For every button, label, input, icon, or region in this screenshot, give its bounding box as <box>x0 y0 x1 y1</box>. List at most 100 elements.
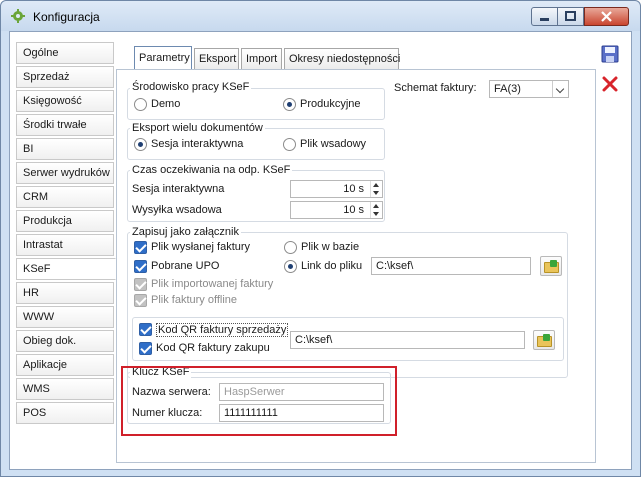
radio-plik-wsadowy[interactable] <box>283 138 296 151</box>
attachment-title: Zapisuj jako załącznik <box>130 226 241 238</box>
tab-label: Import <box>246 53 278 65</box>
cancel-icon <box>602 76 618 92</box>
sidebar-item-obieg-dok[interactable]: Obieg dok. <box>16 330 114 352</box>
sidebar-item-label: Serwer wydruków <box>23 167 110 179</box>
sidebar-item-label: WWW <box>23 311 55 323</box>
sidebar-item-label: Produkcja <box>23 215 72 227</box>
attachment-path-input[interactable]: C:\ksef\ <box>371 257 531 275</box>
sidebar-item-label: BI <box>23 143 34 155</box>
sidebar-item-srodki-trwale[interactable]: Środki trwałe <box>16 114 114 136</box>
schema-select[interactable]: FA(3) <box>489 80 569 98</box>
qr-browse-button[interactable] <box>533 330 555 350</box>
wait-interactive-value: 10 s <box>343 183 364 195</box>
tab-import[interactable]: Import <box>241 48 282 69</box>
sidebar-item-aplikacje[interactable]: Aplikacje <box>16 354 114 376</box>
export-multi-title: Eksport wielu dokumentów <box>130 122 265 134</box>
radio-produkcyjne-label: Produkcyjne <box>300 98 361 110</box>
maximize-button[interactable] <box>557 7 584 26</box>
check-qr-zakupu-label: Kod QR faktury zakupu <box>156 342 270 354</box>
sidebar-item-ksef[interactable]: KSeF <box>16 258 116 280</box>
check-plik-wyslanej[interactable] <box>134 241 147 254</box>
sidebar-item-label: Intrastat <box>23 239 63 251</box>
sidebar-item-label: WMS <box>23 383 50 395</box>
radio-sesja-label: Sesja interaktywna <box>151 138 244 150</box>
sidebar-item-sprzedaz[interactable]: Sprzedaż <box>16 66 114 88</box>
sidebar-item-ogolne[interactable]: Ogólne <box>16 42 114 64</box>
maximize-icon <box>565 11 576 21</box>
sidebar-item-wms[interactable]: WMS <box>16 378 114 400</box>
check-plik-offline-label: Plik faktury offline <box>151 294 238 306</box>
app-gear-icon <box>11 9 25 23</box>
cancel-button[interactable] <box>600 74 624 98</box>
check-plik-importowanej-label: Plik importowanej faktury <box>151 278 274 290</box>
close-button[interactable] <box>584 7 629 26</box>
window-title: Konfiguracja <box>33 10 100 24</box>
radio-demo[interactable] <box>134 98 147 111</box>
attachment-browse-button[interactable] <box>540 256 562 276</box>
tab-eksport[interactable]: Eksport <box>194 48 239 69</box>
sidebar-item-crm[interactable]: CRM <box>16 186 114 208</box>
check-qr-sprzedazy-label: Kod QR faktury sprzedaży <box>156 323 289 337</box>
sidebar-item-pos[interactable]: POS <box>16 402 114 424</box>
highlight-frame <box>121 366 397 436</box>
check-qr-zakupu[interactable] <box>139 342 152 355</box>
sidebar-item-ksiegowosc[interactable]: Księgowość <box>16 90 114 112</box>
minimize-icon <box>540 18 549 21</box>
wait-batch-input[interactable]: 10 s <box>290 201 383 219</box>
schema-label: Schemat faktury: <box>394 82 477 94</box>
save-icon <box>601 45 619 63</box>
save-button[interactable] <box>600 44 624 68</box>
config-window: Konfiguracja Ogólne Sprzedaż Księgowość … <box>0 0 641 477</box>
radio-plik-wsadowy-label: Plik wsadowy <box>300 138 367 150</box>
check-pobrane-upo[interactable] <box>134 260 147 273</box>
sidebar-item-bi[interactable]: BI <box>16 138 114 160</box>
minimize-button[interactable] <box>531 7 558 26</box>
radio-link-do-pliku-label: Link do pliku <box>301 260 363 272</box>
sidebar-item-produkcja[interactable]: Produkcja <box>16 210 114 232</box>
check-pobrane-upo-label: Pobrane UPO <box>151 260 220 272</box>
sidebar-item-serwer-wydrukow[interactable]: Serwer wydruków <box>16 162 114 184</box>
qr-path-value: C:\ksef\ <box>295 334 333 346</box>
tab-label: Eksport <box>199 53 237 65</box>
environment-title: Środowisko pracy KSeF <box>130 81 252 93</box>
schema-value: FA(3) <box>494 83 521 95</box>
check-plik-importowanej <box>134 278 147 291</box>
radio-link-do-pliku[interactable] <box>284 260 297 273</box>
spinner-icon[interactable] <box>370 202 382 218</box>
tab-parametry[interactable]: Parametry <box>134 46 192 70</box>
sidebar-item-label: KSeF <box>23 263 51 275</box>
check-plik-wyslanej-label: Plik wysłanej faktury <box>151 241 251 253</box>
attachment-path-value: C:\ksef\ <box>376 260 414 272</box>
title-bar: Konfiguracja <box>1 1 640 31</box>
sidebar-item-label: CRM <box>23 191 49 203</box>
sidebar-item-label: Obieg dok. <box>23 335 77 347</box>
tab-label: Okresy niedostępności <box>289 53 401 65</box>
tab-okresy[interactable]: Okresy niedostępności <box>284 48 401 69</box>
radio-plik-w-bazie[interactable] <box>284 241 297 254</box>
sidebar-item-intrastat[interactable]: Intrastat <box>16 234 114 256</box>
sidebar-item-label: Aplikacje <box>23 359 68 371</box>
wait-interactive-input[interactable]: 10 s <box>290 180 383 198</box>
sidebar-item-label: HR <box>23 287 39 299</box>
radio-sesja-interaktywna[interactable] <box>134 138 147 151</box>
chevron-down-icon <box>552 81 568 97</box>
sidebar-item-www[interactable]: WWW <box>16 306 114 328</box>
radio-demo-label: Demo <box>151 98 181 110</box>
wait-time-title: Czas oczekiwania na odp. KSeF <box>130 164 293 176</box>
spinner-icon[interactable] <box>370 181 382 197</box>
sidebar-item-label: Księgowość <box>23 95 82 107</box>
sidebar-item-label: Sprzedaż <box>23 71 70 83</box>
sidebar-item-label: POS <box>23 407 47 419</box>
wait-batch-label: Wysyłka wsadowa <box>132 204 222 216</box>
radio-produkcyjne[interactable] <box>283 98 296 111</box>
sidebar-item-label: Ogólne <box>23 47 59 59</box>
qr-path-input[interactable]: C:\ksef\ <box>290 331 525 349</box>
wait-interactive-label: Sesja interaktywna <box>132 183 225 195</box>
sidebar-item-label: Środki trwałe <box>23 119 87 131</box>
check-qr-sprzedazy[interactable] <box>139 323 152 336</box>
radio-plik-w-bazie-label: Plik w bazie <box>301 241 360 253</box>
tab-label: Parametry <box>139 52 190 64</box>
close-icon <box>601 11 612 22</box>
wait-batch-value: 10 s <box>343 204 364 216</box>
sidebar-item-hr[interactable]: HR <box>16 282 114 304</box>
